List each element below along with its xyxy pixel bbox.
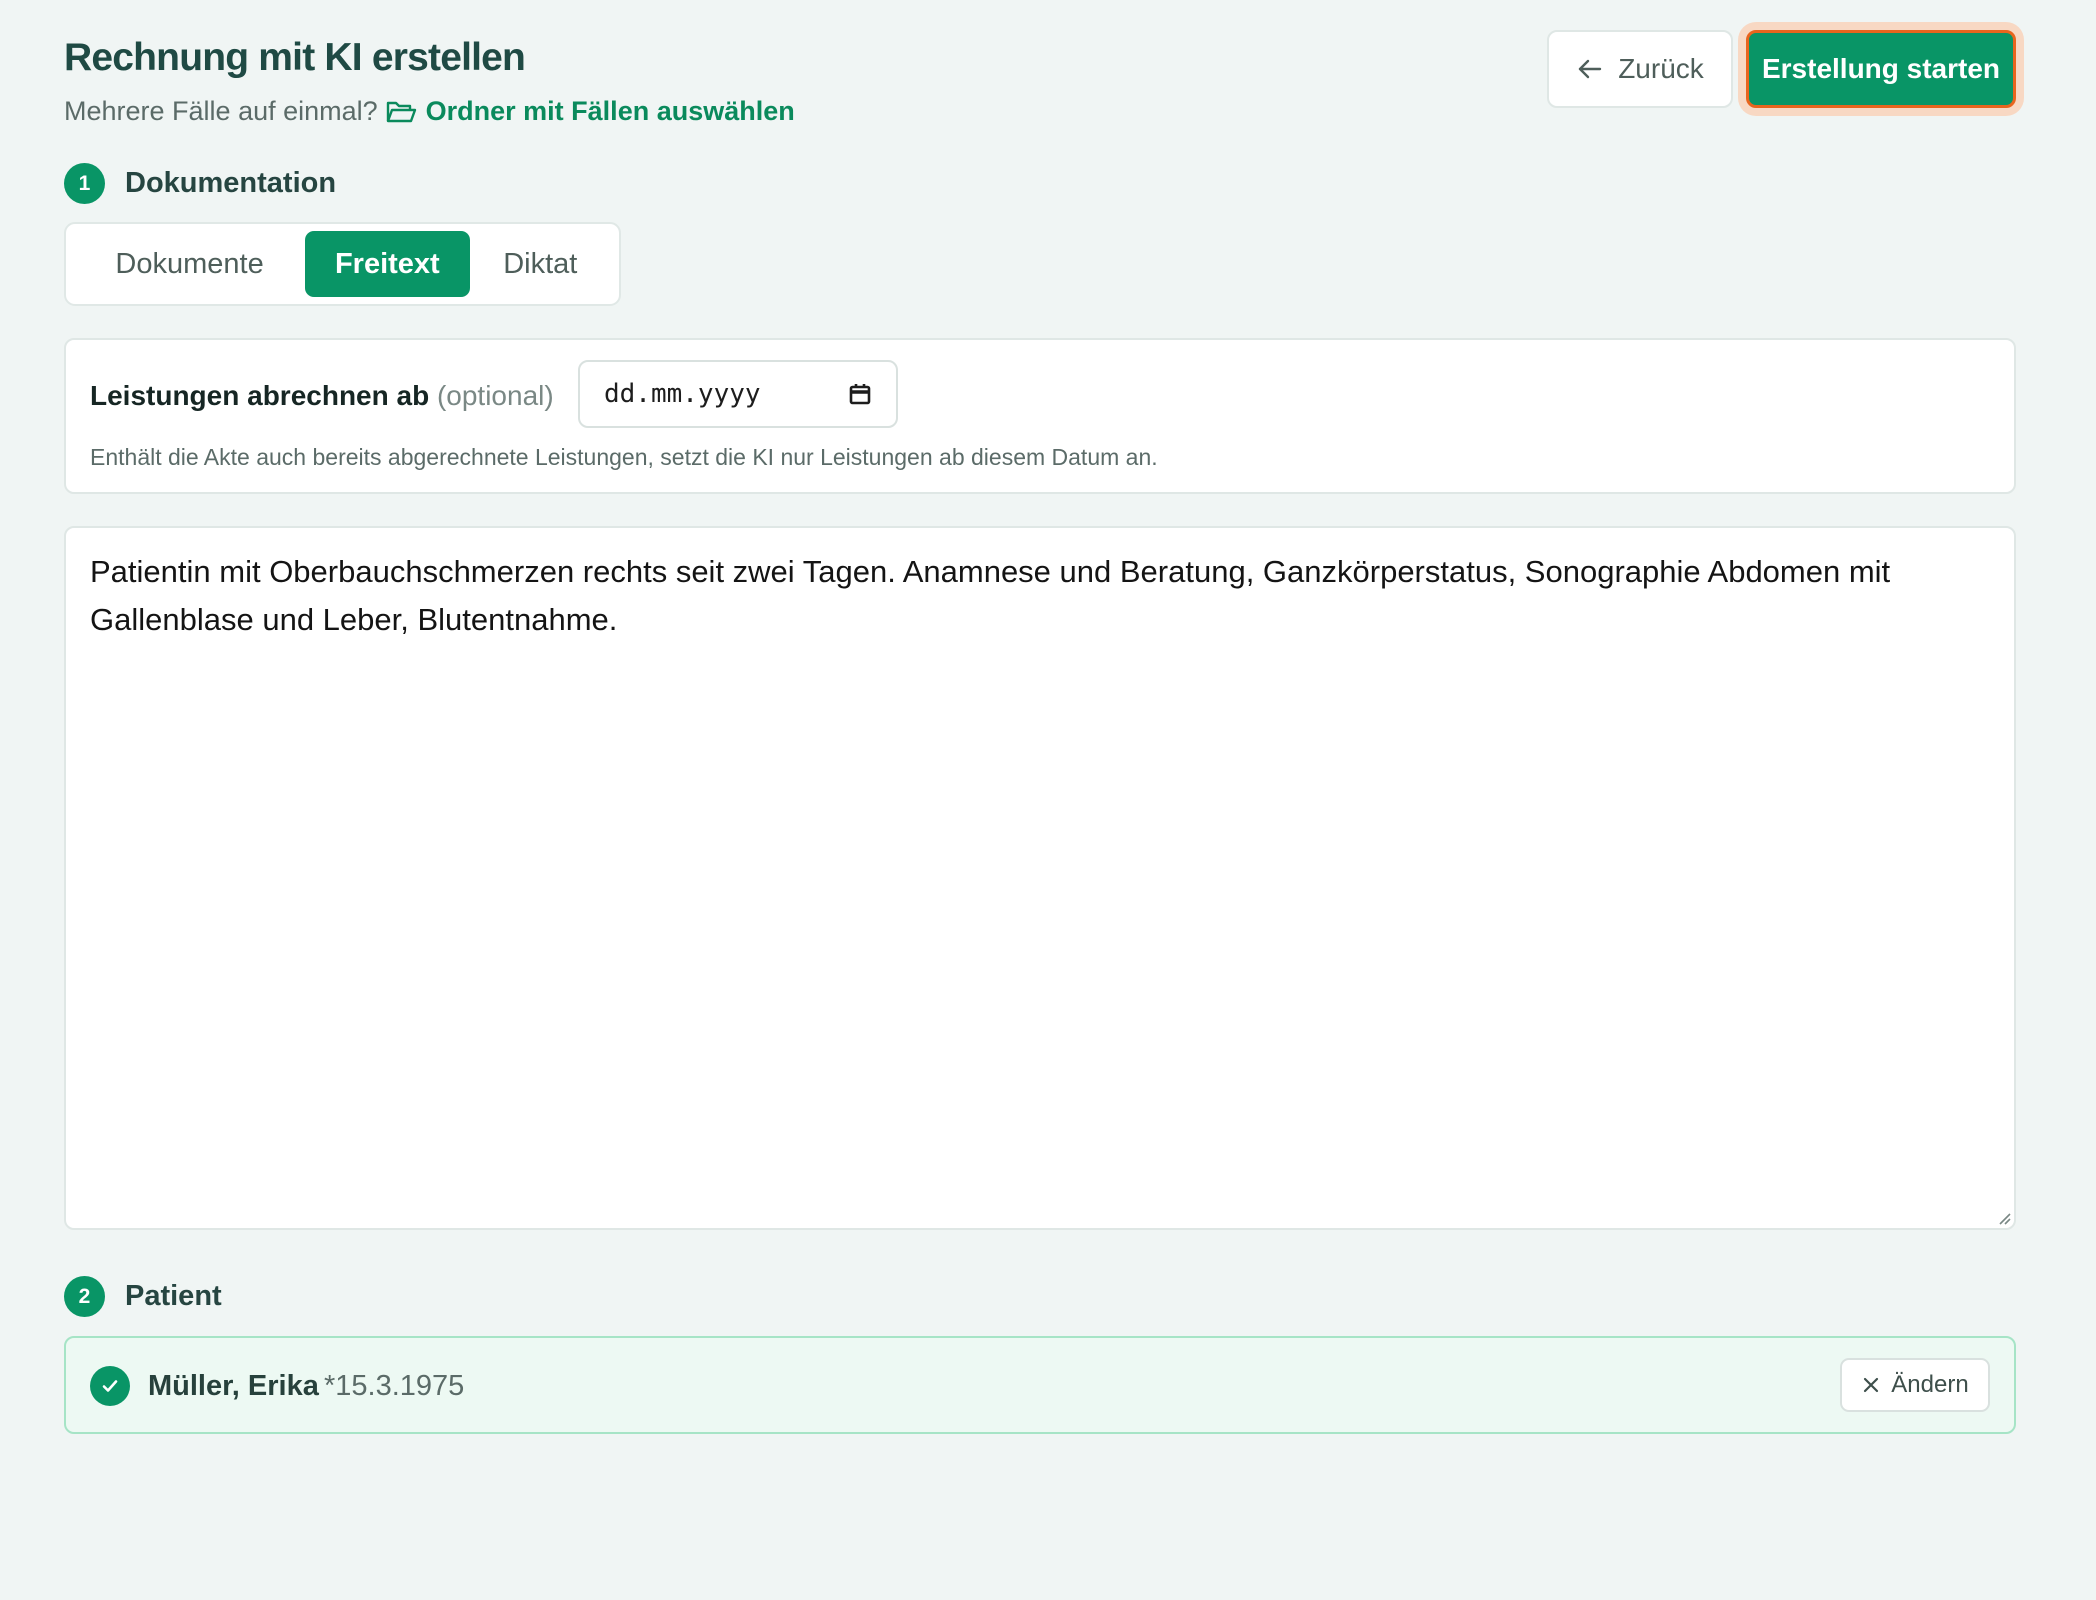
step-badge-2: 2 bbox=[64, 1276, 105, 1317]
calendar-icon[interactable] bbox=[848, 382, 872, 406]
section-title-documentation: Dokumentation bbox=[125, 167, 337, 199]
check-circle-icon bbox=[90, 1366, 130, 1406]
documentation-mode-tabs: Dokumente Freitext Diktat bbox=[64, 222, 621, 306]
step-badge-1: 1 bbox=[64, 163, 105, 204]
selected-patient-card: Müller, Erika *15.3.1975 Ändern bbox=[64, 1336, 2016, 1434]
billing-date-input[interactable]: dd.mm.yyyy bbox=[578, 360, 898, 428]
change-patient-button[interactable]: Ändern bbox=[1840, 1358, 1990, 1412]
change-patient-label: Ändern bbox=[1891, 1371, 1969, 1398]
back-label: Zurück bbox=[1618, 53, 1704, 84]
freetext-textarea[interactable]: Patientin mit Oberbauchschmerzen rechts … bbox=[64, 526, 2016, 1230]
patient-birthdate: *15.3.1975 bbox=[324, 1370, 465, 1402]
billing-date-optional: (optional) bbox=[436, 380, 554, 411]
select-folder-label: Ordner mit Fällen auswählen bbox=[425, 96, 795, 126]
arrow-left-icon bbox=[1579, 59, 1602, 79]
back-button[interactable]: Zurück bbox=[1547, 30, 1733, 108]
billing-date-label: Leistungen abrechnen ab (optional) bbox=[90, 380, 554, 412]
billing-date-placeholder: dd.mm.yyyy bbox=[604, 379, 761, 409]
tab-dictation[interactable]: Diktat bbox=[470, 231, 611, 297]
tab-freetext[interactable]: Freitext bbox=[305, 231, 470, 297]
invoice-ai-page: Rechnung mit KI erstellen Mehrere Fälle … bbox=[64, 0, 2016, 1600]
header-actions: Zurück Erstellung starten bbox=[1547, 30, 2016, 108]
start-creation-button[interactable]: Erstellung starten bbox=[1746, 30, 2016, 108]
billing-date-card: Leistungen abrechnen ab (optional) dd.mm… bbox=[64, 338, 2016, 494]
select-folder-link[interactable]: Ordner mit Fällen auswählen bbox=[386, 96, 795, 127]
subtitle: Mehrere Fälle auf einmal? Ordner mit Fäl… bbox=[64, 96, 795, 127]
page-title: Rechnung mit KI erstellen bbox=[64, 36, 526, 79]
section-documentation-head: 1 Dokumentation bbox=[64, 163, 336, 204]
billing-date-label-text: Leistungen abrechnen ab bbox=[90, 380, 430, 411]
close-icon bbox=[1864, 1377, 1879, 1393]
billing-date-help: Enthält die Akte auch bereits abgerechne… bbox=[90, 444, 1158, 470]
section-patient-head: 2 Patient bbox=[64, 1276, 222, 1317]
folder-open-icon bbox=[386, 101, 416, 122]
freetext-value: Patientin mit Oberbauchschmerzen rechts … bbox=[90, 554, 1891, 637]
section-title-patient: Patient bbox=[125, 1280, 222, 1312]
tab-documents[interactable]: Dokumente bbox=[74, 231, 305, 297]
subtitle-prefix: Mehrere Fälle auf einmal? bbox=[64, 96, 378, 126]
patient-name: Müller, Erika bbox=[148, 1370, 319, 1402]
resize-handle[interactable] bbox=[1994, 1208, 2012, 1226]
